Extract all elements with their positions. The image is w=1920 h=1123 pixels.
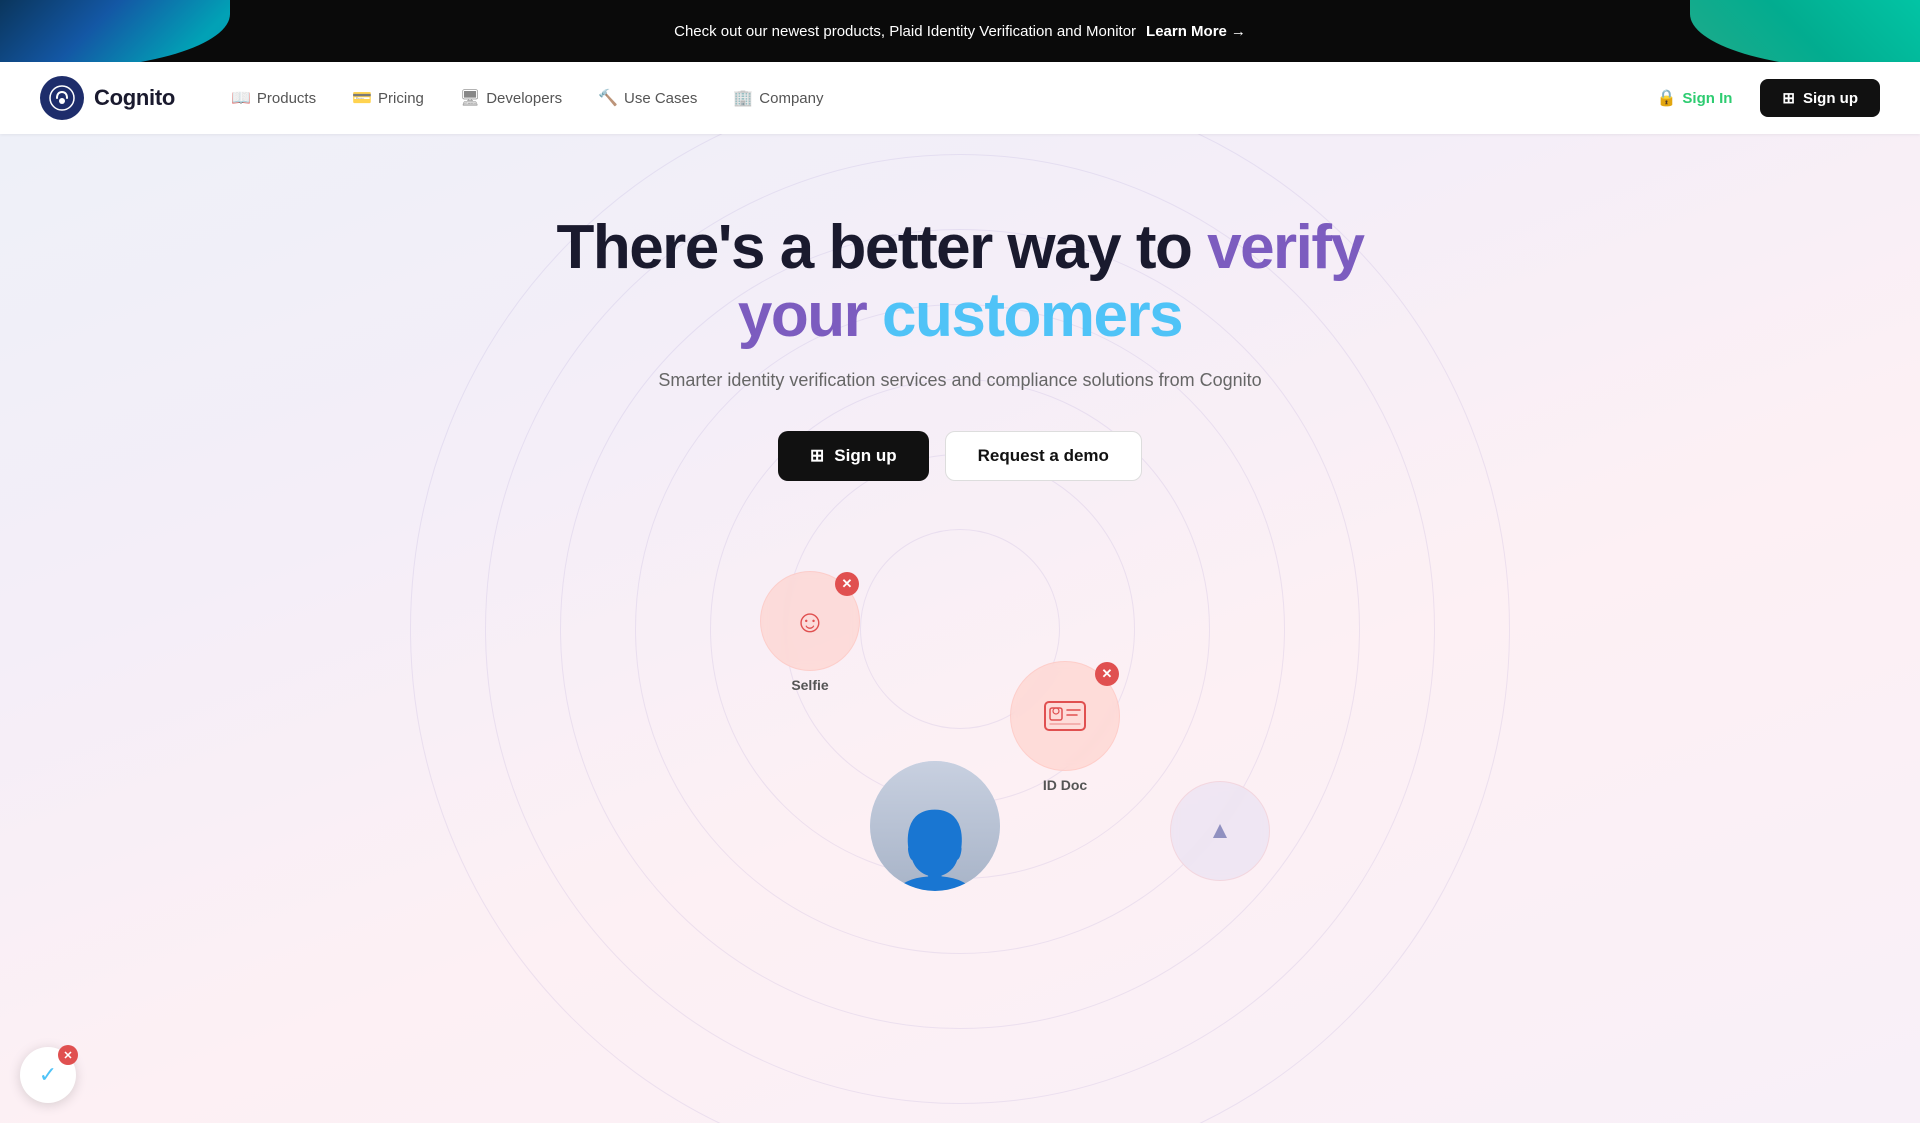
products-icon: 📖 bbox=[231, 88, 251, 108]
announcement-banner: Check out our newest products, Plaid Ide… bbox=[0, 0, 1920, 62]
learn-more-label: Learn More bbox=[1146, 23, 1227, 40]
sign-in-button[interactable]: 🔒 Sign In bbox=[1641, 80, 1749, 116]
nav-item-developers[interactable]: 🖥 Developers bbox=[444, 80, 578, 116]
extra-circle: ▲ bbox=[1170, 781, 1270, 881]
logo-link[interactable]: Cognito bbox=[40, 76, 175, 120]
hero-demo-button[interactable]: Request a demo bbox=[945, 431, 1142, 481]
banner-text: Check out our newest products, Plaid Ide… bbox=[674, 23, 1136, 40]
pricing-icon: 💳 bbox=[352, 88, 372, 108]
nav-links: 📖 Products 💳 Pricing 🖥 Developers 🔨 Use … bbox=[215, 80, 1641, 116]
close-badge-icon: ✕ bbox=[63, 1049, 72, 1062]
x-badge[interactable]: ✕ bbox=[58, 1045, 78, 1065]
hero-section: There's a better way to verify your cust… bbox=[0, 134, 1920, 1123]
face-photo: 👤 bbox=[870, 761, 1000, 891]
logo-icon bbox=[40, 76, 84, 120]
hero-subtitle: Smarter identity verification services a… bbox=[530, 370, 1390, 391]
id-doc-label: ID Doc bbox=[1043, 777, 1087, 793]
widgets-area: ✕ ☺ Selfie ✕ ID D bbox=[0, 541, 1920, 921]
id-doc-bubble: ✕ ID Doc bbox=[1010, 661, 1120, 793]
selfie-circle: ✕ ☺ bbox=[760, 571, 860, 671]
hero-content: There's a better way to verify your cust… bbox=[510, 214, 1410, 541]
selfie-icon: ☺ bbox=[794, 603, 827, 640]
selfie-close-icon[interactable]: ✕ bbox=[835, 572, 859, 596]
lock-icon: 🔒 bbox=[1657, 88, 1677, 108]
extra-icon: ▲ bbox=[1208, 817, 1232, 845]
nav-label-developers: Developers bbox=[486, 90, 562, 107]
person-silhouette-icon: 👤 bbox=[885, 807, 985, 891]
hero-sign-up-button[interactable]: ⊞ Sign up bbox=[778, 431, 929, 481]
use-cases-icon: 🔨 bbox=[598, 88, 618, 108]
hero-buttons: ⊞ Sign up Request a demo bbox=[530, 431, 1390, 481]
hero-demo-label: Request a demo bbox=[978, 446, 1109, 465]
nav-label-use-cases: Use Cases bbox=[624, 90, 697, 107]
banner-decoration-left bbox=[0, 0, 230, 62]
selfie-bubble: ✕ ☺ Selfie bbox=[760, 571, 860, 693]
hero-title-blue: customers bbox=[866, 281, 1182, 350]
face-bubble: 👤 bbox=[870, 761, 1000, 891]
nav-label-pricing: Pricing bbox=[378, 90, 424, 107]
nav-right: 🔒 Sign In ⊞ Sign up bbox=[1641, 79, 1881, 117]
id-doc-icon bbox=[1043, 698, 1087, 734]
check-badge: ✓ ✕ bbox=[20, 1047, 76, 1103]
face-circle: 👤 bbox=[870, 761, 1000, 891]
hero-title-start: There's a better way to bbox=[556, 213, 1207, 282]
nav-item-company[interactable]: 🏢 Company bbox=[717, 80, 839, 116]
hero-signup-label: Sign up bbox=[834, 446, 896, 466]
nav-item-products[interactable]: 📖 Products bbox=[215, 80, 332, 116]
nav-item-pricing[interactable]: 💳 Pricing bbox=[336, 80, 440, 116]
selfie-label: Selfie bbox=[791, 677, 828, 693]
arrow-icon: → bbox=[1231, 23, 1246, 40]
check-icon: ✓ bbox=[39, 1062, 57, 1088]
company-icon: 🏢 bbox=[733, 88, 753, 108]
banner-decoration-right bbox=[1690, 0, 1920, 62]
bottom-left-widget: ✓ ✕ bbox=[20, 1047, 76, 1103]
sign-up-grid-icon: ⊞ bbox=[1782, 89, 1795, 107]
sign-in-label: Sign In bbox=[1682, 90, 1732, 107]
extra-bubble: ▲ bbox=[1170, 781, 1270, 881]
nav-sign-up-button[interactable]: ⊞ Sign up bbox=[1760, 79, 1880, 117]
navbar: Cognito 📖 Products 💳 Pricing 🖥 Developer… bbox=[0, 62, 1920, 134]
logo-name: Cognito bbox=[94, 85, 175, 111]
nav-label-products: Products bbox=[257, 90, 316, 107]
learn-more-link[interactable]: Learn More → bbox=[1146, 23, 1246, 40]
nav-item-use-cases[interactable]: 🔨 Use Cases bbox=[582, 80, 713, 116]
developers-icon: 🖥 bbox=[460, 88, 480, 108]
id-doc-close-icon[interactable]: ✕ bbox=[1095, 662, 1119, 686]
hero-signup-grid-icon: ⊞ bbox=[810, 446, 824, 466]
sign-up-label: Sign up bbox=[1803, 90, 1858, 107]
hero-title: There's a better way to verify your cust… bbox=[530, 214, 1390, 350]
nav-label-company: Company bbox=[759, 90, 823, 107]
id-doc-circle: ✕ bbox=[1010, 661, 1120, 771]
